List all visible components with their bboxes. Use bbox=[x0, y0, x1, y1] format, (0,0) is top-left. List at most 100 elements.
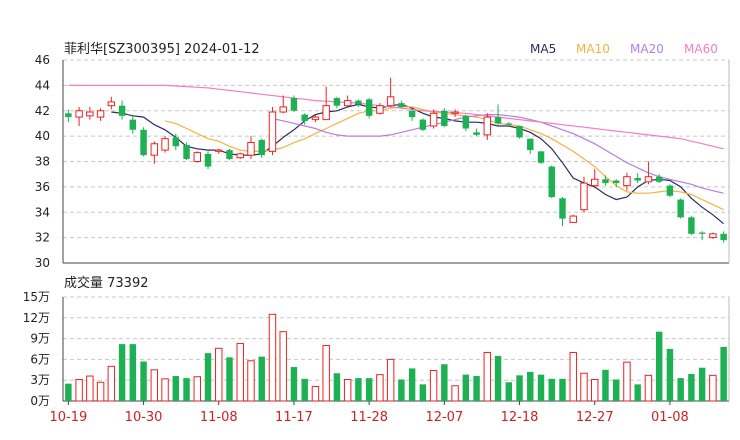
candle-body bbox=[226, 150, 233, 159]
volume-bar bbox=[451, 385, 459, 402]
candle-body bbox=[655, 176, 663, 182]
x-tick-label: 10-30 bbox=[125, 410, 163, 425]
price-grid bbox=[62, 59, 730, 264]
volume-bar bbox=[96, 381, 105, 402]
volume-bar bbox=[559, 378, 566, 401]
candle-body bbox=[720, 233, 727, 241]
volume-bar bbox=[204, 353, 212, 401]
candle-body bbox=[398, 103, 405, 107]
volume-bar bbox=[118, 344, 126, 401]
candle-body bbox=[419, 119, 427, 130]
price-tick-label: 32 bbox=[35, 231, 50, 245]
volume-bar bbox=[505, 382, 513, 401]
candle-body bbox=[473, 132, 480, 135]
candle-body bbox=[688, 217, 695, 234]
volume-bar bbox=[290, 367, 298, 401]
volume-bar bbox=[569, 351, 577, 402]
volume-bar bbox=[376, 374, 384, 402]
candle-body bbox=[559, 198, 566, 219]
candle-body bbox=[569, 215, 577, 223]
volume-bar bbox=[580, 372, 588, 402]
candle-body bbox=[172, 137, 180, 147]
price-tick-label: 30 bbox=[35, 256, 50, 270]
candle-body bbox=[612, 180, 620, 184]
volume-bar bbox=[86, 375, 94, 402]
volume-bar bbox=[516, 375, 523, 401]
volume-bar bbox=[709, 374, 717, 402]
price-tick-label: 42 bbox=[35, 104, 50, 118]
volume-bar bbox=[483, 351, 492, 402]
candle-body bbox=[494, 117, 502, 124]
volume-bar bbox=[612, 379, 620, 401]
candle-body bbox=[236, 153, 244, 159]
x-tick-label: 11-08 bbox=[200, 410, 238, 425]
volume-bar bbox=[365, 378, 373, 401]
x-tick-label: 12-18 bbox=[501, 410, 539, 425]
volume-bar bbox=[333, 373, 341, 401]
candle-body bbox=[247, 141, 255, 156]
candle-body bbox=[161, 138, 169, 151]
volume-bar bbox=[429, 369, 438, 402]
candle-body bbox=[386, 96, 395, 107]
volume-bar bbox=[698, 367, 706, 401]
x-tick-label: 10-19 bbox=[49, 410, 87, 425]
candle-body bbox=[140, 129, 147, 156]
legend-ma20: MA20 bbox=[630, 42, 664, 56]
candle-body bbox=[580, 182, 588, 211]
volume-bar bbox=[107, 365, 116, 402]
price-tick-label: 34 bbox=[35, 205, 50, 219]
volume-bar bbox=[677, 378, 684, 401]
volume-tick-label: 12万 bbox=[23, 311, 50, 325]
volume-bar bbox=[398, 379, 405, 401]
candle-body bbox=[150, 143, 159, 156]
candle-body bbox=[65, 113, 72, 118]
candle-body bbox=[268, 111, 277, 152]
volume-bar bbox=[386, 358, 395, 402]
candle-body bbox=[193, 152, 201, 162]
volume-bar bbox=[301, 378, 308, 401]
stock-chart: 菲利华[SZ300395] 2024-01-12 MA5 MA10 MA20 MA60… bbox=[23, 42, 730, 425]
volume-bar bbox=[161, 378, 169, 402]
volume-bar bbox=[172, 376, 180, 401]
candle-body bbox=[118, 105, 126, 116]
volume-bar bbox=[129, 344, 137, 401]
candle-body bbox=[355, 100, 362, 105]
candle-body bbox=[75, 110, 83, 118]
candle-body bbox=[376, 105, 384, 114]
candle-body bbox=[183, 145, 190, 159]
volume-tick-label: 9万 bbox=[30, 332, 50, 346]
volume-bar bbox=[655, 331, 663, 401]
x-tick-label: 01-08 bbox=[651, 410, 689, 425]
candle-body bbox=[279, 106, 287, 113]
volume-tick-label: 0万 bbox=[30, 394, 50, 408]
volume-title: 成交量 73392 bbox=[64, 275, 149, 291]
volume-bar bbox=[494, 355, 502, 401]
volume-bar bbox=[226, 357, 233, 401]
volume-bar bbox=[688, 373, 695, 401]
candlestick-series bbox=[65, 77, 727, 243]
candle-body bbox=[516, 125, 523, 138]
volume-bar bbox=[644, 374, 653, 402]
volume-bar bbox=[408, 368, 416, 401]
volume-bar bbox=[311, 385, 320, 402]
candle-body bbox=[258, 139, 265, 156]
candle-body bbox=[591, 178, 599, 187]
candle-body bbox=[527, 138, 534, 151]
volume-bar bbox=[441, 364, 448, 401]
volume-tick-label: 3万 bbox=[30, 373, 50, 387]
volume-bar bbox=[140, 361, 147, 401]
legend-ma60: MA60 bbox=[684, 42, 718, 56]
volume-bar bbox=[236, 342, 244, 402]
volume-bar bbox=[322, 345, 330, 402]
chart-title: 菲利华[SZ300395] 2024-01-12 bbox=[64, 42, 260, 57]
price-tick-label: 46 bbox=[35, 53, 50, 67]
candle-body bbox=[429, 112, 438, 127]
legend-ma5: MA5 bbox=[530, 42, 556, 56]
price-tick-label: 40 bbox=[35, 129, 50, 143]
x-tick-label: 11-17 bbox=[275, 410, 313, 425]
candle-body bbox=[698, 232, 706, 234]
candle-body bbox=[451, 111, 459, 114]
candle-body bbox=[96, 110, 105, 118]
candle-body bbox=[505, 123, 513, 125]
candle-body bbox=[441, 110, 448, 126]
